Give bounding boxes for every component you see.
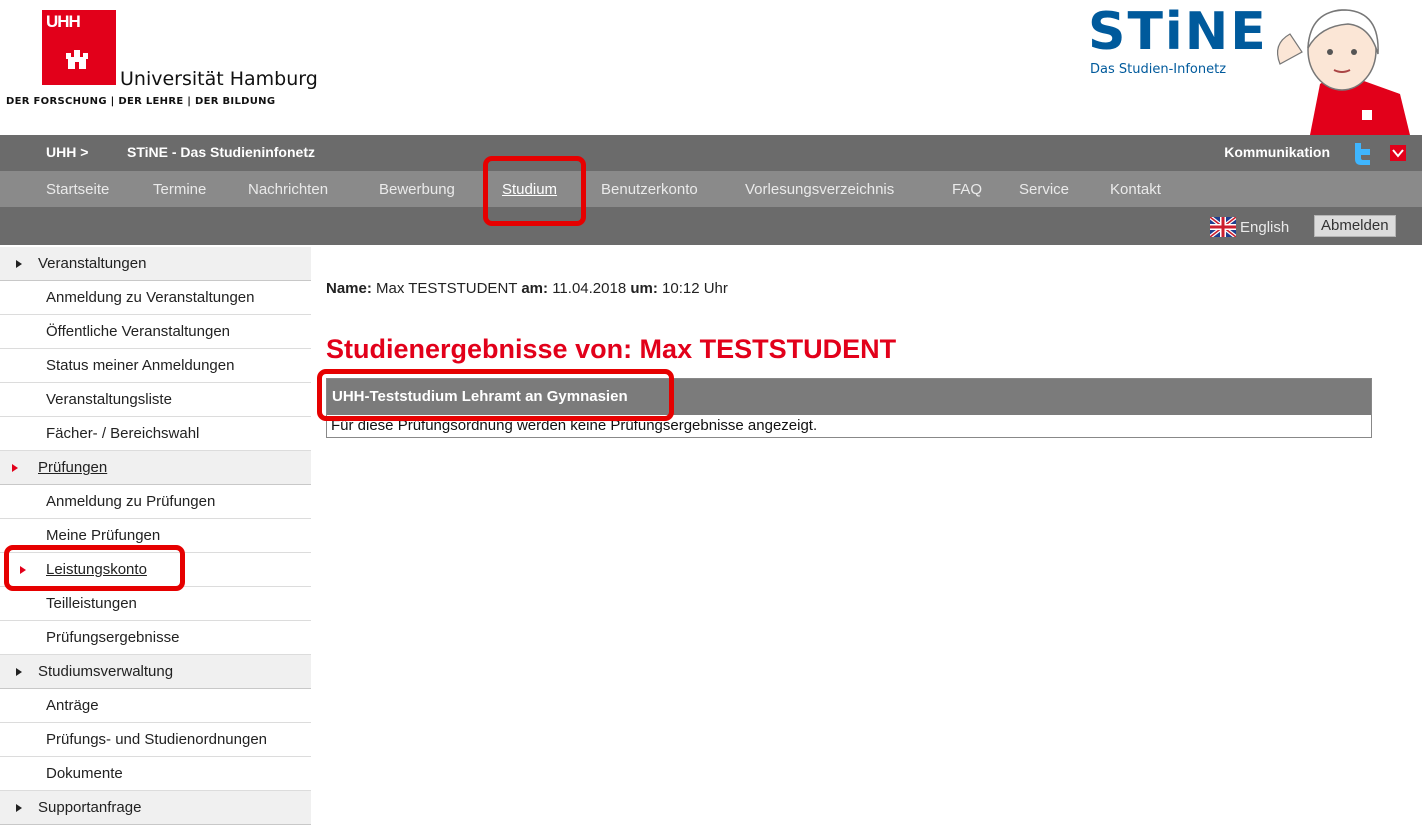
time-value: 10:12 Uhr [662,280,728,297]
nav-nachrichten[interactable]: Nachrichten [248,181,328,198]
top-bar: UHH > STiNE - Das Studieninfonetz Kommun… [0,135,1422,171]
sidebar-item-meine-pruefungen[interactable]: Meine Prüfungen [0,519,311,553]
sidebar-item-label: Prüfungs- und Studienordnungen [46,731,268,748]
language-english-link[interactable]: English [1240,219,1289,236]
sub-bar: English Abmelden [0,207,1422,245]
logout-button[interactable]: Abmelden [1314,215,1396,237]
sidebar-section-studiumsverwaltung[interactable]: Studiumsverwaltung [0,655,311,689]
sidebar-item-label: Dokumente [46,765,123,782]
sidebar-item-label: Veranstaltungen [38,255,147,272]
sidebar-item-label: Status meiner Anmeldungen [46,357,235,374]
caret-right-icon [20,566,26,574]
nav-bewerbung[interactable]: Bewerbung [379,181,455,198]
caret-right-icon [16,668,22,676]
castle-icon [66,50,88,69]
twitter-icon[interactable] [1352,141,1374,165]
sidebar-item-label: Supportanfrage [38,799,142,816]
stine-mascot-icon [1277,9,1410,135]
sidebar-item-label: Teilleistungen [46,595,137,612]
sidebar-item-pruefungsergebnisse[interactable]: Prüfungsergebnisse [0,621,311,655]
sidebar-item-label: Leistungskonto [46,561,147,578]
sidebar-item-antraege[interactable]: Anträge [0,689,311,723]
chevron-down-icon[interactable] [1390,145,1406,161]
university-name: Universität Hamburg [120,68,318,90]
sidebar-item-label: Prüfungsergebnisse [46,629,180,646]
sidebar: Veranstaltungen Anmeldung zu Veranstaltu… [0,247,311,825]
user-meta-line: Name: Max TESTSTUDENT am: 11.04.2018 um:… [326,280,728,297]
breadcrumb-stine[interactable]: STiNE - Das Studieninfonetz [127,144,315,160]
name-value: Max TESTSTUDENT [376,280,518,297]
nav-startseite[interactable]: Startseite [46,181,109,198]
sidebar-item-label: Veranstaltungsliste [46,391,172,408]
sidebar-item-faecherwahl[interactable]: Fächer- / Bereichswahl [0,417,311,451]
sidebar-item-ordnungen[interactable]: Prüfungs- und Studienordnungen [0,723,311,757]
date-value: 11.04.2018 [552,280,627,297]
main-nav: Startseite Termine Nachrichten Bewerbung… [0,171,1422,207]
sidebar-item-label: Anträge [46,697,99,714]
nav-vorlesungsverzeichnis[interactable]: Vorlesungsverzeichnis [745,181,894,198]
time-label: um: [630,280,658,297]
name-label: Name: [326,280,372,297]
table-header: UHH-Teststudium Lehramt an Gymnasien [327,379,1371,415]
nav-service[interactable]: Service [1019,181,1069,198]
sidebar-item-status-anmeldungen[interactable]: Status meiner Anmeldungen [0,349,311,383]
nav-studium[interactable]: Studium [502,181,557,198]
header: UHH Universität Hamburg DER FORSCHUNG | … [0,0,1422,135]
sidebar-section-veranstaltungen[interactable]: Veranstaltungen [0,247,311,281]
sidebar-item-veranstaltungsliste[interactable]: Veranstaltungsliste [0,383,311,417]
caret-right-icon [12,464,18,472]
sidebar-item-label: Fächer- / Bereichswahl [46,425,200,442]
university-motto: DER FORSCHUNG | DER LEHRE | DER BILDUNG [6,96,276,107]
stine-subtitle: Das Studien-Infonetz [1090,62,1227,77]
uk-flag-icon[interactable] [1210,217,1236,237]
uhh-mark-text: UHH [46,12,81,31]
sidebar-item-label: Meine Prüfungen [46,527,161,544]
sidebar-section-pruefungen[interactable]: Prüfungen [0,451,311,485]
nav-faq[interactable]: FAQ [952,181,982,198]
uhh-logo-mark: UHH [42,10,116,85]
nav-kontakt[interactable]: Kontakt [1110,181,1161,198]
nav-termine[interactable]: Termine [153,181,206,198]
sidebar-item-oeffentliche-veranstaltungen[interactable]: Öffentliche Veranstaltungen [0,315,311,349]
sidebar-item-label: Studiumsverwaltung [38,663,174,680]
sidebar-item-leistungskonto[interactable]: Leistungskonto [0,553,311,587]
sidebar-item-label: Öffentliche Veranstaltungen [46,323,231,340]
stine-logo[interactable]: STiNE Das Studien-Infonetz [1080,0,1422,135]
nav-benutzerkonto[interactable]: Benutzerkonto [601,181,698,198]
sidebar-section-supportanfrage[interactable]: Supportanfrage [0,791,311,825]
sidebar-item-label: Anmeldung zu Veranstaltungen [46,289,255,306]
sidebar-item-dokumente[interactable]: Dokumente [0,757,311,791]
results-table: UHH-Teststudium Lehramt an Gymnasien Für… [326,378,1372,438]
caret-right-icon [16,260,22,268]
sidebar-item-label: Prüfungen [38,459,108,476]
sidebar-item-label: Anmeldung zu Prüfungen [46,493,216,510]
sidebar-item-anmeldung-veranstaltungen[interactable]: Anmeldung zu Veranstaltungen [0,281,311,315]
date-label: am: [521,280,549,297]
page-title: Studienergebnisse von: Max TESTSTUDENT [326,334,897,364]
sidebar-item-anmeldung-pruefungen[interactable]: Anmeldung zu Prüfungen [0,485,311,519]
stine-wordmark: STiNE [1088,2,1268,62]
table-row: Für diese Prüfungsordnung werden keine P… [327,415,1371,437]
caret-right-icon [16,804,22,812]
communication-link[interactable]: Kommunikation [1224,144,1330,160]
sidebar-item-teilleistungen[interactable]: Teilleistungen [0,587,311,621]
breadcrumb-uhh[interactable]: UHH > [46,144,88,160]
